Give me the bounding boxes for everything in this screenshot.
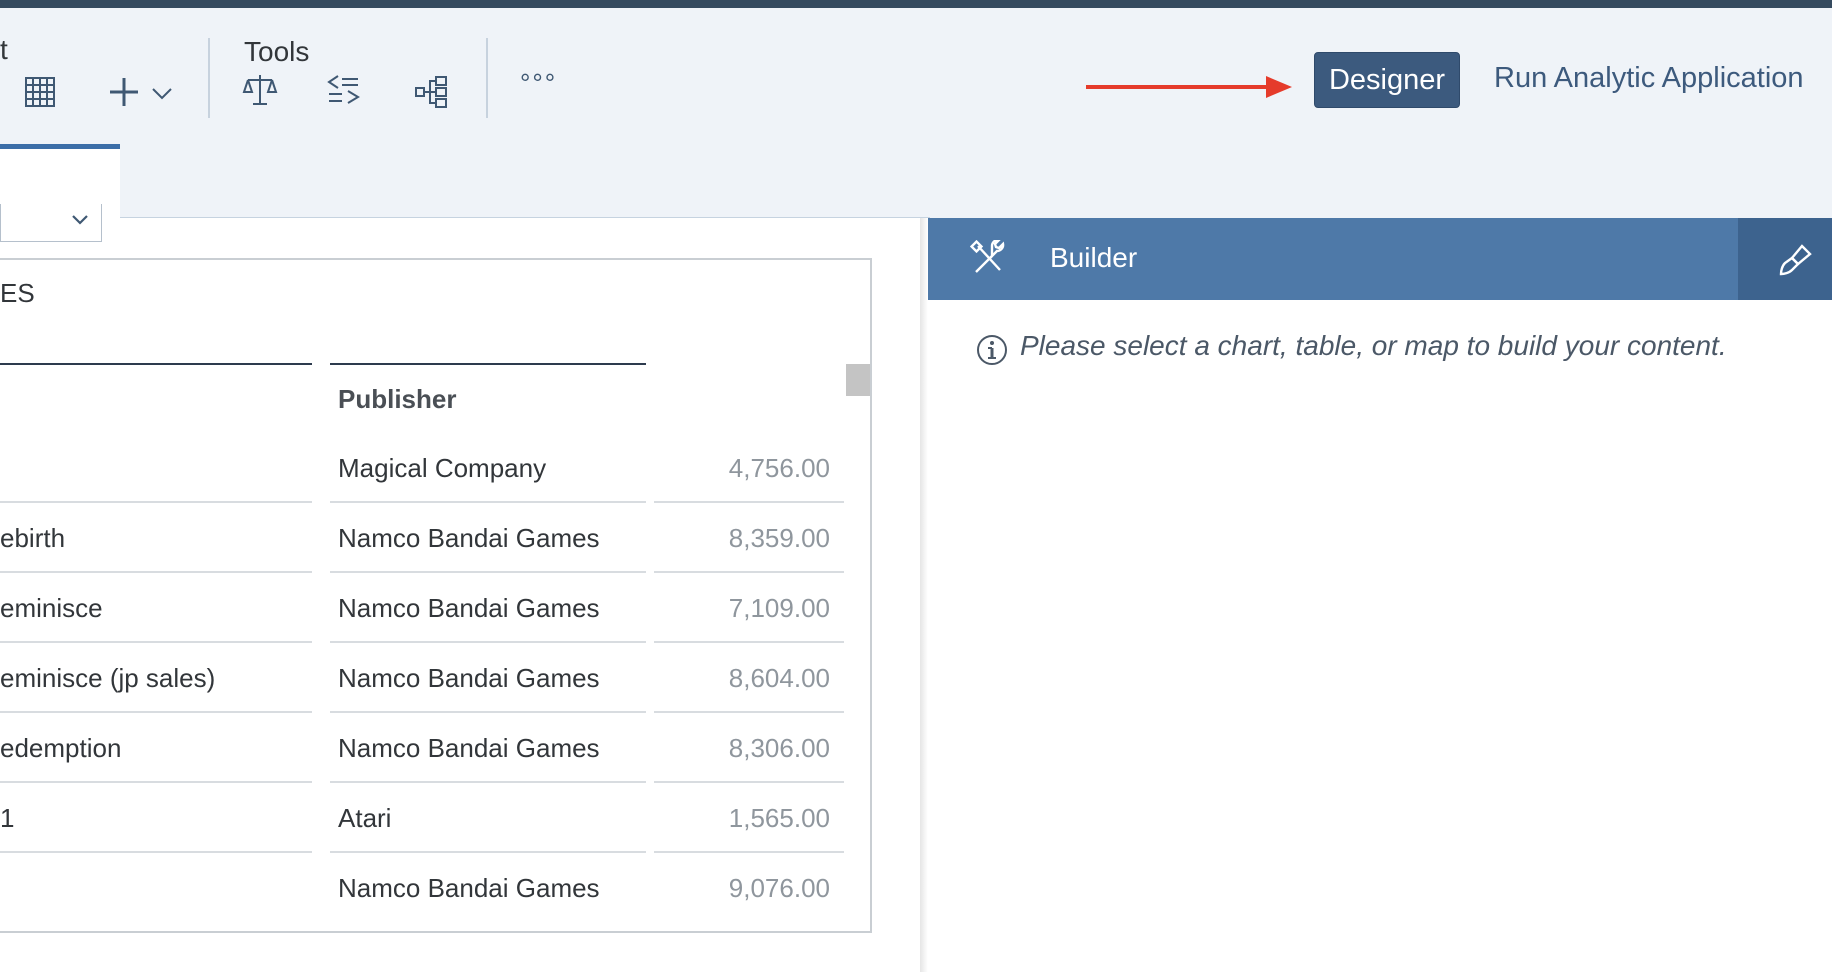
toolbar-group-label-partial: t xyxy=(0,34,8,65)
more-options-icon[interactable]: °°° xyxy=(520,68,557,99)
table-title: ES xyxy=(0,278,35,308)
tab-strip-border xyxy=(120,217,930,218)
column-header-underline xyxy=(0,363,312,365)
table-icon[interactable] xyxy=(18,70,62,114)
brush-icon xyxy=(1779,244,1812,276)
tools-group-label: Tools xyxy=(244,36,310,67)
formula-icon[interactable] xyxy=(322,68,366,112)
cell-value: 4,756.00 xyxy=(728,453,830,483)
cell-value: 9,076.00 xyxy=(728,873,830,903)
table-row[interactable]: Namco Bandai Games 9,076.00 xyxy=(0,853,872,923)
cell-name xyxy=(0,853,312,923)
chevron-down-icon xyxy=(72,215,88,225)
balance-scale-icon[interactable] xyxy=(238,68,282,112)
builder-title: Builder xyxy=(1050,242,1138,273)
info-icon xyxy=(977,335,1007,365)
table-row[interactable]: eminisce Namco Bandai Games 7,109.00 xyxy=(0,573,872,643)
toolbar-separator xyxy=(486,38,488,118)
run-analytic-application-link[interactable]: Run Analytic Application xyxy=(1494,62,1804,95)
column-header-underline xyxy=(330,363,646,365)
cell-publisher: Namco Bandai Games xyxy=(338,523,600,553)
styling-tab[interactable] xyxy=(1738,218,1832,300)
cell-name: eminisce xyxy=(0,593,103,623)
table-row[interactable]: ebirth Namco Bandai Games 8,359.00 xyxy=(0,503,872,573)
cell-name: ebirth xyxy=(0,523,66,553)
cell-name: 1 xyxy=(0,803,15,833)
tools-icon xyxy=(970,240,1005,273)
cell-value: 7,109.00 xyxy=(728,593,830,623)
table-scrollbar-thumb[interactable] xyxy=(846,364,870,396)
chevron-down-icon[interactable] xyxy=(142,72,182,116)
toolbar-separator xyxy=(208,38,210,118)
cell-value: 8,306.00 xyxy=(728,733,830,763)
cell-name xyxy=(0,433,312,503)
cell-value: 1,565.00 xyxy=(728,803,830,833)
shell-top-bar xyxy=(0,0,1832,8)
builder-panel: Builder Please select a chart, table, or… xyxy=(928,218,1832,972)
table-row[interactable]: Magical Company 4,756.00 xyxy=(0,433,872,503)
cell-publisher: Namco Bandai Games xyxy=(338,593,600,623)
red-arrow-annotation xyxy=(1086,76,1292,98)
table-row[interactable]: eminisce (jp sales) Namco Bandai Games 8… xyxy=(0,643,872,713)
builder-header: Builder xyxy=(928,218,1832,300)
hierarchy-icon[interactable] xyxy=(410,70,454,114)
add-icon[interactable] xyxy=(102,70,146,114)
cell-publisher: Namco Bandai Games xyxy=(338,733,600,763)
cell-name: eminisce (jp sales) xyxy=(0,663,216,693)
cell-publisher: Namco Bandai Games xyxy=(338,663,600,693)
cell-publisher: Atari xyxy=(338,803,392,833)
designer-button[interactable]: Designer xyxy=(1314,52,1460,108)
cell-value: 8,359.00 xyxy=(728,523,830,553)
builder-panel-shadow xyxy=(920,218,928,972)
filter-dropdown[interactable] xyxy=(0,204,102,242)
cell-value: 8,604.00 xyxy=(728,663,830,693)
cell-publisher: Magical Company xyxy=(338,453,547,483)
builder-empty-message: Please select a chart, table, or map to … xyxy=(1020,330,1727,361)
toolbar: t Tools °°° Designer Run Analytic Applic… xyxy=(0,8,1832,226)
cell-name: edemption xyxy=(0,733,122,763)
table-row[interactable]: edemption Namco Bandai Games 8,306.00 xyxy=(0,713,872,783)
cell-publisher: Namco Bandai Games xyxy=(338,873,600,903)
column-header-publisher[interactable]: Publisher xyxy=(338,384,456,415)
table-row[interactable]: 1 Atari 1,565.00 xyxy=(0,783,872,853)
